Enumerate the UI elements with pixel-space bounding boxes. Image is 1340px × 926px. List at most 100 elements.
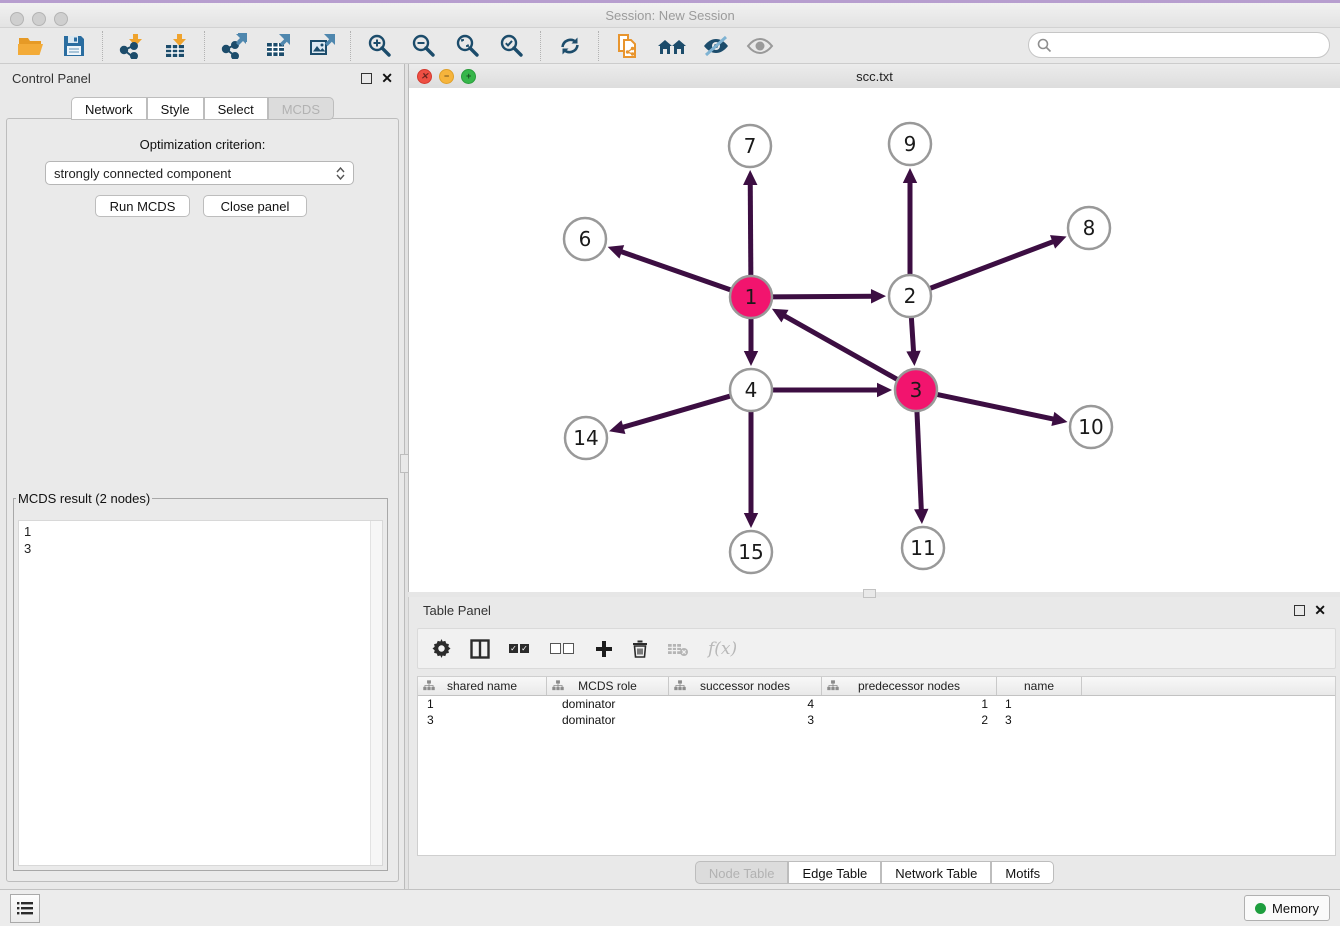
table-toolbar: ✓ ✓ <box>417 628 1336 669</box>
first-neighbors-button[interactable] <box>650 30 694 62</box>
apply-function-button[interactable]: f(x) <box>708 634 737 664</box>
tab-motifs[interactable]: Motifs <box>991 861 1054 884</box>
graph-edge-1-2[interactable] <box>770 296 874 297</box>
graph-node-label-6: 6 <box>579 227 592 251</box>
status-bar: Memory <box>0 889 1340 926</box>
show-columns-button[interactable] <box>470 634 490 664</box>
float-panel-icon[interactable] <box>361 73 372 84</box>
network-documents-icon <box>615 33 641 59</box>
cell-shared-name[interactable]: 1 <box>418 696 547 712</box>
cell-mcds-role[interactable]: dominator <box>547 712 669 728</box>
graph-edge-arrowhead <box>906 351 920 366</box>
table-row[interactable]: 1 dominator 4 1 1 <box>418 696 1335 712</box>
column-header-mcds-role[interactable]: MCDS role <box>547 677 669 695</box>
close-panel-icon[interactable]: ✕ <box>381 71 393 85</box>
import-network-button[interactable] <box>110 30 154 62</box>
graph-edge-1-6[interactable] <box>619 251 733 291</box>
column-header-predecessor-nodes[interactable]: predecessor nodes <box>822 677 997 695</box>
toolbar-separator <box>598 31 600 61</box>
main-toolbar <box>0 28 1340 64</box>
zoom-fit-icon <box>455 33 481 59</box>
add-column-button[interactable] <box>595 634 613 664</box>
column-header-name[interactable]: name <box>997 677 1082 695</box>
network-documents-button[interactable] <box>606 30 650 62</box>
cell-predecessor-nodes[interactable]: 2 <box>822 712 997 728</box>
zoom-selected-button[interactable] <box>490 30 534 62</box>
zoom-out-button[interactable] <box>402 30 446 62</box>
graph-edge-4-14[interactable] <box>621 395 733 428</box>
export-network-button[interactable] <box>212 30 256 62</box>
graph-edge-2-8[interactable] <box>928 241 1056 289</box>
export-table-button[interactable] <box>256 30 300 62</box>
graph-edge-3-10[interactable] <box>935 394 1056 420</box>
cell-predecessor-nodes[interactable]: 1 <box>822 696 997 712</box>
graph-edge-2-3[interactable] <box>911 315 913 354</box>
cell-name[interactable]: 3 <box>997 712 1082 728</box>
run-mcds-button[interactable]: Run MCDS <box>95 195 190 217</box>
close-panel-button[interactable]: Close panel <box>203 195 307 217</box>
minimize-window-button[interactable] <box>32 12 46 26</box>
eye-icon <box>746 34 774 58</box>
tab-mcds[interactable]: MCDS <box>268 97 334 120</box>
close-window-button[interactable] <box>10 12 24 26</box>
network-window-titlebar: ✕ − + scc.txt <box>409 64 1340 89</box>
save-floppy-icon <box>62 34 86 58</box>
zoom-in-button[interactable] <box>358 30 402 62</box>
graph-edge-arrowhead <box>743 170 757 185</box>
tab-network-table[interactable]: Network Table <box>881 861 991 884</box>
column-header-successor-nodes[interactable]: successor nodes <box>669 677 822 695</box>
search-input[interactable] <box>1028 32 1330 58</box>
open-session-button[interactable] <box>8 30 52 62</box>
save-session-button[interactable] <box>52 30 96 62</box>
tab-select[interactable]: Select <box>204 97 268 120</box>
show-all-button[interactable] <box>738 30 782 62</box>
criterion-select[interactable]: strongly connected component <box>45 161 354 185</box>
cell-successor-nodes[interactable]: 3 <box>669 712 822 728</box>
cell-shared-name[interactable]: 3 <box>418 712 547 728</box>
memory-button[interactable]: Memory <box>1244 895 1330 921</box>
cell-mcds-role[interactable]: dominator <box>547 696 669 712</box>
import-table-button[interactable] <box>154 30 198 62</box>
unchecked-box-icon <box>550 643 561 654</box>
delete-columns-button[interactable] <box>632 634 648 664</box>
result-scrollbar[interactable] <box>370 521 382 865</box>
refresh-icon <box>557 33 583 59</box>
table-settings-button[interactable] <box>432 634 451 664</box>
column-header-shared-name[interactable]: shared name <box>418 677 547 695</box>
task-history-button[interactable] <box>10 894 40 923</box>
network-maximize-button[interactable]: + <box>461 69 476 84</box>
tab-edge-table[interactable]: Edge Table <box>788 861 881 884</box>
graph-edge-arrowhead <box>608 245 625 259</box>
network-canvas[interactable]: 7968124314101511 <box>409 88 1340 592</box>
refresh-button[interactable] <box>548 30 592 62</box>
network-close-button[interactable]: ✕ <box>417 69 432 84</box>
delete-table-icon <box>667 641 689 657</box>
graph-edge-1-7[interactable] <box>750 182 751 278</box>
network-minimize-button[interactable]: − <box>439 69 454 84</box>
tab-node-table[interactable]: Node Table <box>695 861 789 884</box>
export-image-button[interactable] <box>300 30 344 62</box>
close-table-panel-icon[interactable]: ✕ <box>1314 603 1326 617</box>
cell-successor-nodes[interactable]: 4 <box>669 696 822 712</box>
graph-edge-3-1[interactable] <box>782 315 899 381</box>
hide-selected-button[interactable] <box>694 30 738 62</box>
application-window: Session: New Session <box>0 0 1340 926</box>
table-row[interactable]: 3 dominator 3 2 3 <box>418 712 1335 728</box>
graph-node-label-11: 11 <box>910 536 935 560</box>
graph-edge-3-11[interactable] <box>917 409 922 512</box>
mcds-panel: Optimization criterion: strongly connect… <box>6 118 399 882</box>
select-all-columns-button[interactable]: ✓ ✓ <box>509 634 531 664</box>
delete-table-button[interactable] <box>667 634 689 664</box>
two-houses-icon <box>657 34 687 58</box>
import-table-icon <box>163 33 189 59</box>
tab-style[interactable]: Style <box>147 97 204 120</box>
unselect-all-columns-button[interactable] <box>550 634 576 664</box>
search-text[interactable] <box>1052 37 1306 54</box>
tab-network[interactable]: Network <box>71 97 147 120</box>
gear-icon <box>432 639 451 658</box>
zoom-window-button[interactable] <box>54 12 68 26</box>
toolbar-separator <box>204 31 206 61</box>
float-table-panel-icon[interactable] <box>1294 605 1305 616</box>
zoom-fit-button[interactable] <box>446 30 490 62</box>
cell-name[interactable]: 1 <box>997 696 1082 712</box>
